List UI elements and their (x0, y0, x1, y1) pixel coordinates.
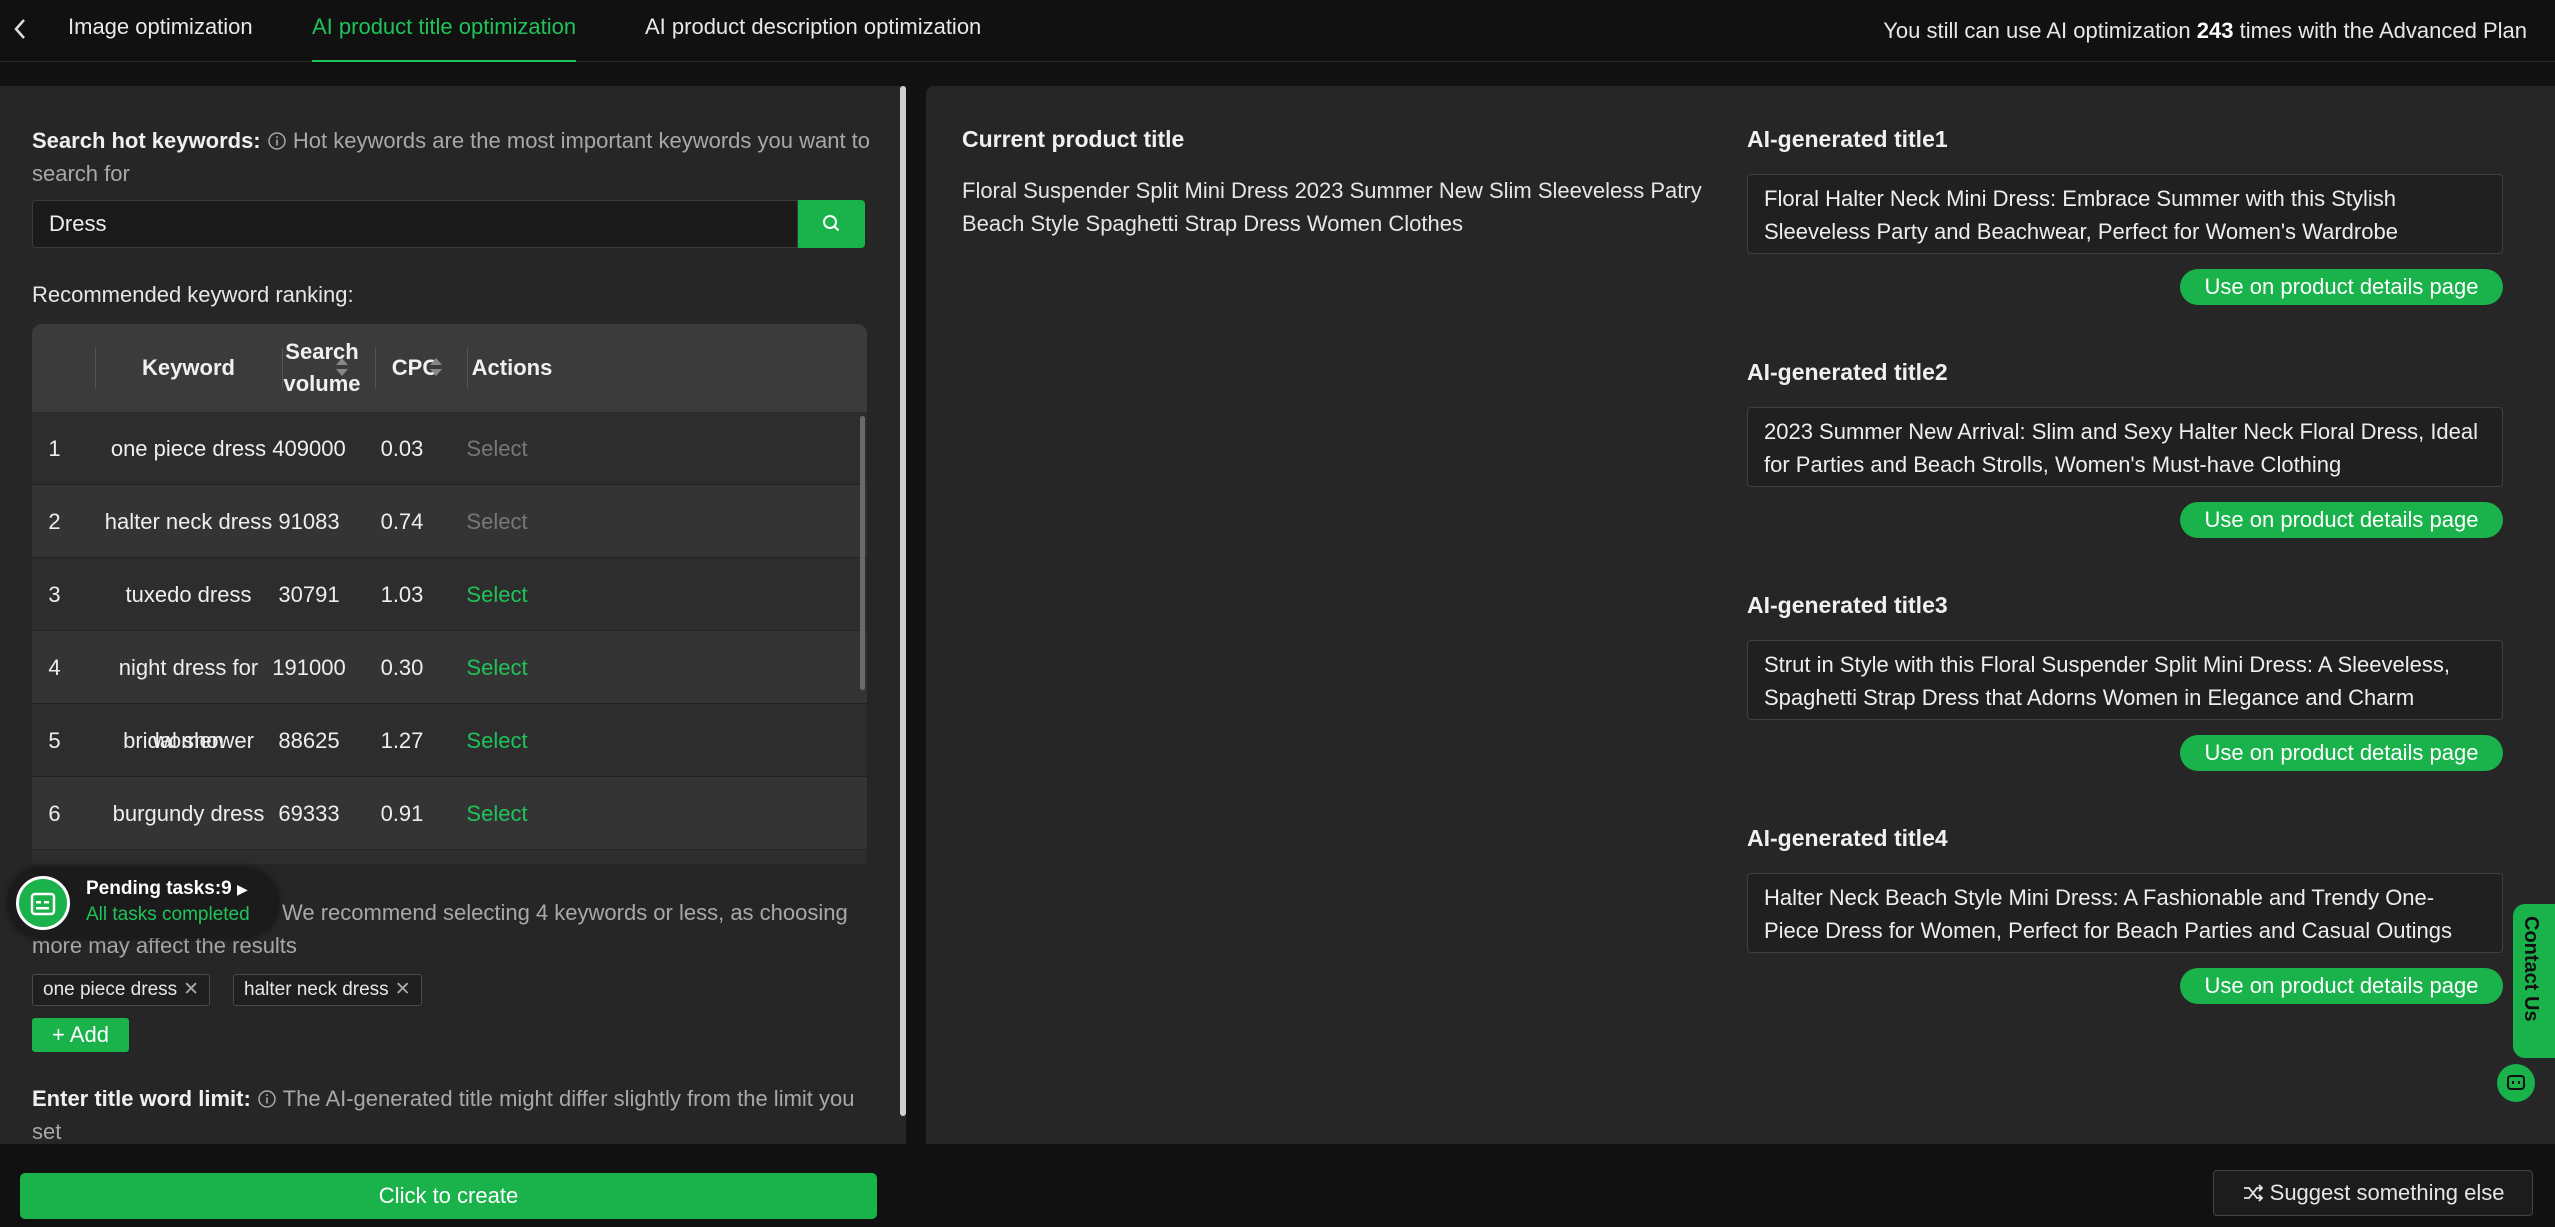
select-button[interactable]: Select (452, 558, 542, 631)
sort-icon[interactable] (428, 356, 442, 380)
tab-ai-title-optimization[interactable]: AI product title optimization (312, 14, 577, 62)
row-volume: 409000 (272, 436, 346, 461)
pending-title: Pending tasks:9 (86, 878, 232, 899)
pending-tasks-widget[interactable]: Pending tasks:9 ▶ All tasks completed (8, 868, 278, 938)
quota-suffix: times with the Advanced Plan (2239, 18, 2527, 43)
keyword-chip: one piece dress ✕ (32, 974, 211, 1006)
keyword-chip: halter neck dress ✕ (233, 974, 422, 1006)
select-button[interactable]: Select (452, 485, 542, 558)
suggest-else-button[interactable]: Suggest something else (2213, 1170, 2533, 1216)
row-index: 1 (48, 436, 61, 461)
caret-right-icon: ▶ (237, 881, 248, 897)
use-on-details-button[interactable]: Use on product details page (2180, 735, 2503, 771)
suggest-label: Suggest something else (2269, 1180, 2505, 1205)
generated-title-heading: AI-generated title2 (1747, 359, 1948, 385)
table-scrollbar[interactable] (860, 416, 865, 690)
tab-image-optimization[interactable]: Image optimization (68, 14, 253, 62)
table-row: 5 bridal shower dress 88625 1.27 Select (32, 704, 867, 826)
row-volume: 191000 (272, 655, 346, 680)
generated-title-heading: AI-generated title4 (1747, 825, 1948, 851)
header-volume-line2: volume (283, 371, 361, 396)
row-cpc: 0.74 (380, 509, 424, 534)
tab-ai-description-optimization[interactable]: AI product description optimization (645, 14, 981, 62)
pending-status: All tasks completed (86, 904, 250, 925)
keyword-table: Keyword Search volume CPC Actions 1 one p… (32, 324, 867, 864)
table-row: 2 halter neck dress 91083 0.74 Select (32, 485, 867, 558)
header-cpc[interactable]: CPC (375, 324, 455, 412)
contact-us-tab[interactable]: Contact Us (2513, 904, 2555, 1058)
sort-icon[interactable] (334, 356, 348, 380)
chevron-left-icon[interactable] (10, 16, 32, 42)
row-cpc: 1.27 (380, 728, 424, 753)
table-row: 1 one piece dress 409000 0.03 Select (32, 412, 867, 485)
row-cpc: 0.30 (380, 655, 424, 680)
generated-title-text[interactable]: Strut in Style with this Floral Suspende… (1747, 640, 2503, 720)
search-input[interactable] (32, 200, 798, 248)
table-row: 3 tuxedo dress 30791 1.03 Select (32, 558, 867, 631)
header-search-volume[interactable]: Search volume (282, 324, 362, 412)
generated-title-heading: AI-generated title1 (1747, 126, 1948, 152)
search-keywords-heading: Search hot keywords: Hot keywords are th… (32, 124, 872, 190)
chip-label: one piece dress (43, 979, 178, 1000)
table-header: Keyword Search volume CPC Actions (32, 324, 867, 412)
quota-count: 243 (2196, 18, 2234, 43)
search-heading-label: Search hot keywords: (32, 128, 261, 153)
contact-label: Contact Us (2520, 916, 2542, 1022)
ranking-label: Recommended keyword ranking: (32, 282, 354, 307)
table-row: 4 night dress for women 191000 0.30 Sele… (32, 631, 867, 753)
use-on-details-button[interactable]: Use on product details page (2180, 502, 2503, 538)
generated-title-heading: AI-generated title3 (1747, 592, 1948, 618)
limit-heading-label: Enter title word limit: (32, 1086, 251, 1111)
row-index: 3 (48, 582, 61, 607)
title-limit-heading: Enter title word limit: The AI-generated… (32, 1082, 872, 1148)
row-index: 6 (48, 801, 61, 826)
select-button[interactable]: Select (452, 631, 542, 704)
add-label: Add (69, 1022, 109, 1047)
search-button[interactable] (798, 200, 865, 248)
select-button[interactable]: Select (452, 412, 542, 485)
chip-label: halter neck dress (244, 979, 389, 1000)
create-button[interactable]: Click to create (20, 1173, 877, 1219)
use-on-details-button[interactable]: Use on product details page (2180, 968, 2503, 1004)
select-button[interactable]: Select (452, 777, 542, 850)
left-scrollbar[interactable] (900, 86, 906, 1116)
row-volume: 88625 (278, 728, 340, 753)
current-title-heading: Current product title (962, 126, 1185, 152)
use-on-details-button[interactable]: Use on product details page (2180, 269, 2503, 305)
chat-icon[interactable] (2497, 1064, 2535, 1102)
info-icon (251, 1086, 283, 1111)
info-icon (261, 128, 293, 153)
row-volume: 91083 (278, 509, 340, 534)
row-volume: 30791 (278, 582, 340, 607)
select-button[interactable]: Select (452, 704, 542, 777)
row-cpc: 0.91 (380, 801, 424, 826)
row-index: 4 (48, 655, 61, 680)
row-volume: 69333 (278, 801, 340, 826)
current-title-text: Floral Suspender Split Mini Dress 2023 S… (962, 178, 1702, 236)
plus-icon: + (52, 1022, 65, 1047)
generated-title-text[interactable]: 2023 Summer New Arrival: Slim and Sexy H… (1747, 407, 2503, 487)
row-cpc: 1.03 (380, 582, 424, 607)
row-index: 5 (48, 728, 61, 753)
close-icon[interactable]: ✕ (183, 979, 199, 1000)
table-row: 6 burgundy dress 69333 0.91 Select (32, 777, 867, 850)
shuffle-icon (2242, 1180, 2270, 1205)
row-index: 2 (48, 509, 61, 534)
top-bar: Image optimization AI product title opti… (0, 0, 2555, 62)
generated-title-text[interactable]: Halter Neck Beach Style Mini Dress: A Fa… (1747, 873, 2503, 953)
generated-title-text[interactable]: Floral Halter Neck Mini Dress: Embrace S… (1747, 174, 2503, 254)
header-keyword: Keyword (142, 355, 235, 380)
header-actions: Actions (471, 355, 553, 380)
search-icon (823, 215, 840, 232)
calendar-icon (16, 876, 70, 930)
quota-prefix: You still can use AI optimization (1883, 18, 2191, 43)
add-keyword-button[interactable]: + Add (32, 1018, 129, 1052)
row-cpc: 0.03 (380, 436, 424, 461)
usage-quota: You still can use AI optimization 243 ti… (1883, 18, 2527, 44)
close-icon[interactable]: ✕ (395, 979, 411, 1000)
